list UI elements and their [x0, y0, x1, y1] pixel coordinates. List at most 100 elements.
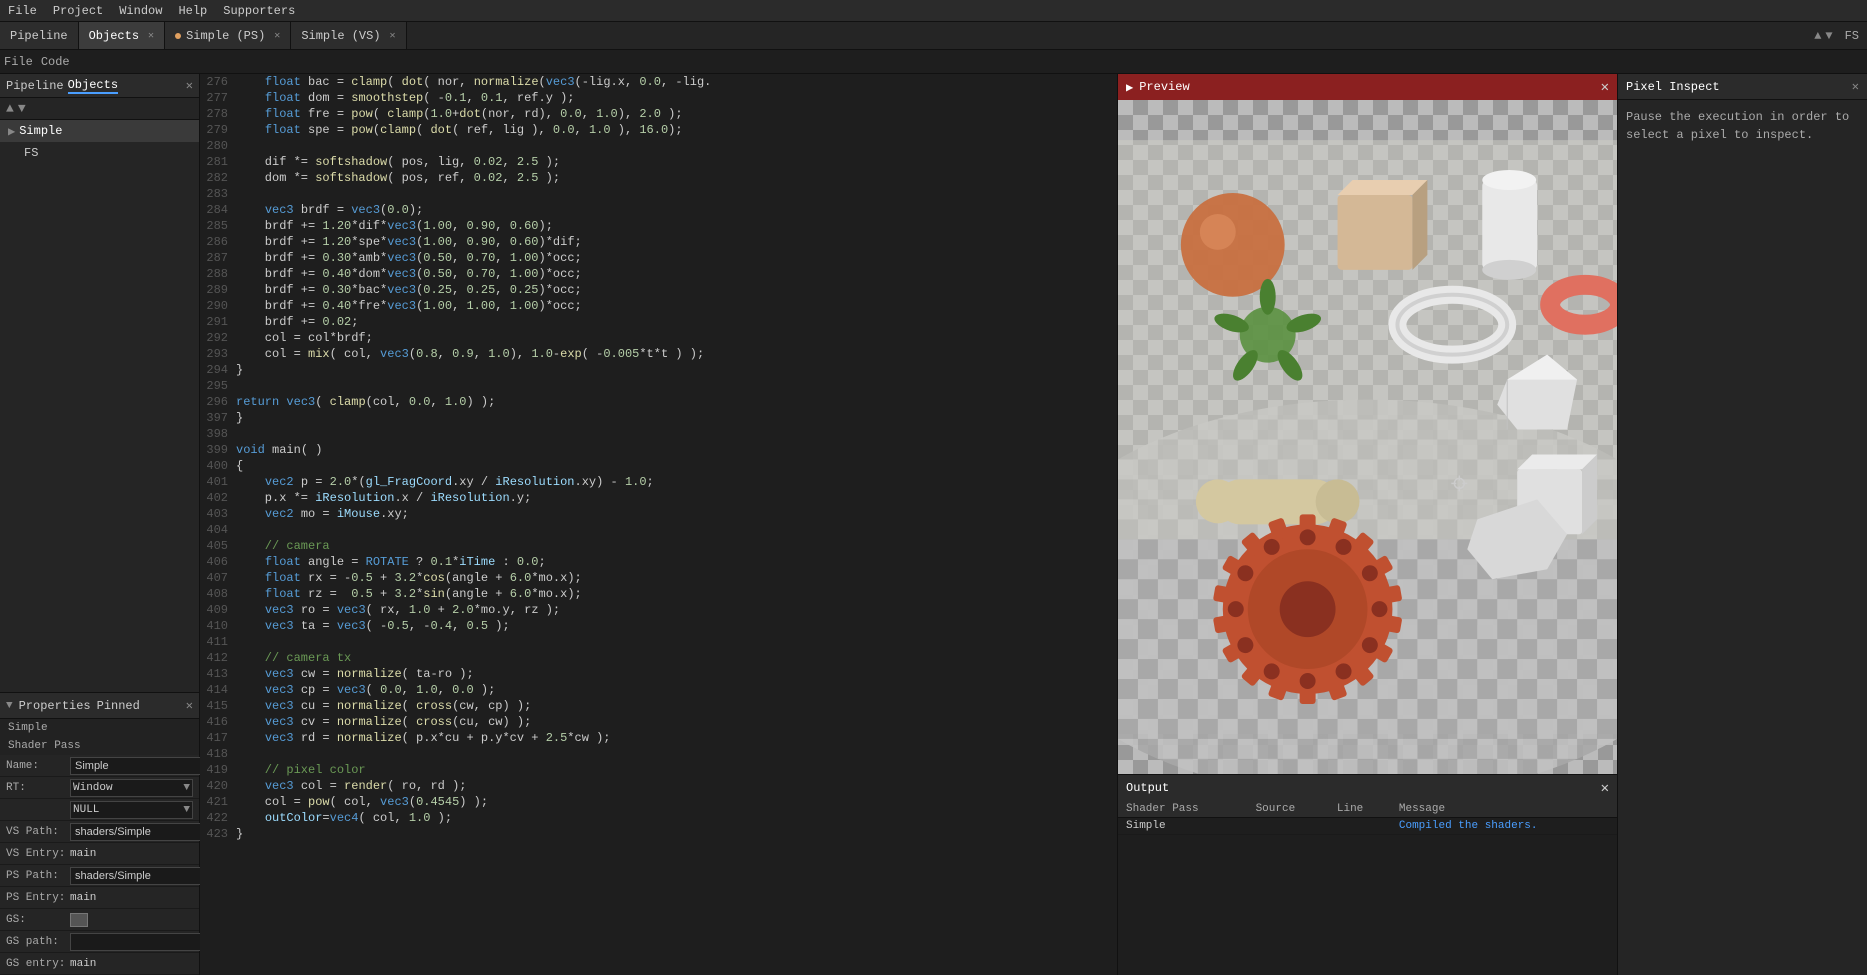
properties-pinned-label[interactable]: Pinned [97, 699, 140, 713]
line-content[interactable]: float rx = -0.5 + 3.2*cos(angle + 6.0*mo… [236, 570, 1117, 586]
gs-color-swatch[interactable] [70, 913, 88, 927]
line-content[interactable]: vec3 ro = vec3( rx, 1.0 + 2.0*mo.y, rz )… [236, 602, 1117, 618]
code-line: 397} [200, 410, 1117, 426]
line-content[interactable]: col = mix( col, vec3(0.8, 0.9, 1.0), 1.0… [236, 346, 1117, 362]
line-content[interactable]: { [236, 458, 1117, 474]
line-content[interactable]: return vec3( clamp(col, 0.0, 1.0) ); [236, 394, 1117, 410]
null-dropdown[interactable]: NULL ▼ [70, 801, 193, 819]
line-content[interactable]: } [236, 826, 1117, 842]
line-content[interactable]: float bac = clamp( dot( nor, normalize(v… [236, 74, 1117, 90]
tab-pipeline[interactable]: Pipeline [0, 22, 79, 49]
left-panel-close[interactable]: ✕ [186, 78, 193, 93]
properties-arrow[interactable]: ▼ [6, 700, 13, 712]
output-source [1248, 818, 1329, 835]
line-content[interactable]: outColor=vec4( col, 1.0 ); [236, 810, 1117, 826]
nav-up-icon[interactable]: ▲ [6, 101, 14, 116]
line-content[interactable]: vec3 cw = normalize( ta-ro ); [236, 666, 1117, 682]
prop-row-vs-path: VS Path: ... [0, 821, 199, 843]
line-content[interactable] [236, 186, 1117, 202]
line-content[interactable] [236, 522, 1117, 538]
tab-simple-ps-close[interactable]: ✕ [274, 30, 280, 42]
line-content[interactable] [236, 634, 1117, 650]
preview-panel: ▶ Preview ✕ [1118, 74, 1617, 775]
code-menu-item[interactable]: Code [41, 55, 70, 69]
nav-down-icon[interactable]: ▼ [18, 101, 26, 116]
line-content[interactable]: } [236, 410, 1117, 426]
line-content[interactable]: void main( ) [236, 442, 1117, 458]
line-content[interactable]: } [236, 362, 1117, 378]
line-content[interactable]: brdf += 0.30*amb*vec3(0.50, 0.70, 1.00)*… [236, 250, 1117, 266]
line-content[interactable]: vec3 cp = vec3( 0.0, 1.0, 0.0 ); [236, 682, 1117, 698]
menu-file[interactable]: File [8, 4, 37, 18]
list-item-fs[interactable]: FS [0, 142, 199, 164]
pixel-inspect-close[interactable]: ✕ [1852, 79, 1859, 94]
line-content[interactable]: brdf += 0.40*fre*vec3(1.00, 1.00, 1.00)*… [236, 298, 1117, 314]
output-title: Output [1126, 781, 1595, 795]
rt-dropdown[interactable]: Window ▼ [70, 779, 193, 797]
line-number: 291 [200, 314, 236, 330]
line-content[interactable]: brdf += 0.02; [236, 314, 1117, 330]
line-content[interactable]: vec2 p = 2.0*(gl_FragCoord.xy / iResolut… [236, 474, 1117, 490]
line-content[interactable]: brdf += 1.20*spe*vec3(1.00, 0.90, 0.60)*… [236, 234, 1117, 250]
properties-close[interactable]: ✕ [186, 698, 193, 713]
list-item-simple[interactable]: ▶ Simple [0, 120, 199, 142]
output-close[interactable]: ✕ [1601, 780, 1609, 797]
code-line: 416 vec3 cv = normalize( cross(cu, cw) )… [200, 714, 1117, 730]
menu-supporters[interactable]: Supporters [223, 4, 295, 18]
line-content[interactable]: vec2 mo = iMouse.xy; [236, 506, 1117, 522]
line-content[interactable]: brdf += 1.20*dif*vec3(1.00, 0.90, 0.60); [236, 218, 1117, 234]
line-content[interactable] [236, 378, 1117, 394]
line-number: 276 [200, 74, 236, 90]
code-editor[interactable]: 276 float bac = clamp( dot( nor, normali… [200, 74, 1117, 975]
preview-close[interactable]: ✕ [1601, 79, 1609, 96]
menu-project[interactable]: Project [53, 4, 103, 18]
line-content[interactable]: vec3 ta = vec3( -0.5, -0.4, 0.5 ); [236, 618, 1117, 634]
line-content[interactable]: float dom = smoothstep( -0.1, 0.1, ref.y… [236, 90, 1117, 106]
line-content[interactable] [236, 426, 1117, 442]
line-content[interactable] [236, 746, 1117, 762]
tab-objects[interactable]: Objects ✕ [79, 22, 165, 49]
line-content[interactable]: float rz = 0.5 + 3.2*sin(angle + 6.0*mo.… [236, 586, 1117, 602]
line-number: 403 [200, 506, 236, 522]
line-content[interactable]: vec3 rd = normalize( p.x*cu + p.y*cv + 2… [236, 730, 1117, 746]
preview-title: Preview [1139, 80, 1594, 94]
line-content[interactable]: dom *= softshadow( pos, ref, 0.02, 2.5 )… [236, 170, 1117, 186]
line-content[interactable]: // pixel color [236, 762, 1117, 778]
line-number: 407 [200, 570, 236, 586]
line-content[interactable]: vec3 cu = normalize( cross(cw, cp) ); [236, 698, 1117, 714]
prop-row-ps-path: PS Path: ... [0, 865, 199, 887]
line-content[interactable]: vec3 brdf = vec3(0.0); [236, 202, 1117, 218]
left-tab-pipeline[interactable]: Pipeline [6, 79, 64, 93]
line-content[interactable]: float spe = pow(clamp( dot( ref, lig ), … [236, 122, 1117, 138]
line-content[interactable]: // camera tx [236, 650, 1117, 666]
line-content[interactable]: dif *= softshadow( pos, lig, 0.02, 2.5 )… [236, 154, 1117, 170]
file-menu-item[interactable]: File [4, 55, 33, 69]
line-content[interactable]: col = pow( col, vec3(0.4545) ); [236, 794, 1117, 810]
line-content[interactable] [236, 138, 1117, 154]
nav-up-arrow[interactable]: ▲ [1814, 29, 1821, 43]
line-content[interactable]: vec3 col = render( ro, rd ); [236, 778, 1117, 794]
pixel-inspect-body: Pause the execution in order to select a… [1618, 100, 1867, 152]
tab-modified-dot [175, 33, 181, 39]
code-line: 283 [200, 186, 1117, 202]
tab-simple-ps[interactable]: Simple (PS) ✕ [165, 22, 291, 49]
line-content[interactable]: float angle = ROTATE ? 0.1*iTime : 0.0; [236, 554, 1117, 570]
line-content[interactable]: p.x *= iResolution.x / iResolution.y; [236, 490, 1117, 506]
nav-down-arrow[interactable]: ▼ [1825, 29, 1832, 43]
tab-simple-vs[interactable]: Simple (VS) ✕ [291, 22, 406, 49]
menu-help[interactable]: Help [178, 4, 207, 18]
line-content[interactable]: float fre = pow( clamp(1.0+dot(nor, rd),… [236, 106, 1117, 122]
line-content[interactable]: brdf += 0.40*dom*vec3(0.50, 0.70, 1.00)*… [236, 266, 1117, 282]
line-content[interactable]: // camera [236, 538, 1117, 554]
line-content[interactable]: col = col*brdf; [236, 330, 1117, 346]
menu-window[interactable]: Window [119, 4, 162, 18]
left-panel: Pipeline Objects ✕ ▲ ▼ ▶ Simple FS ▼ Pro… [0, 74, 200, 975]
line-content[interactable]: brdf += 0.30*bac*vec3(0.25, 0.25, 0.25)*… [236, 282, 1117, 298]
code-line: 293 col = mix( col, vec3(0.8, 0.9, 1.0),… [200, 346, 1117, 362]
tab-simple-vs-close[interactable]: ✕ [390, 30, 396, 42]
tab-objects-close[interactable]: ✕ [148, 30, 154, 42]
line-number: 420 [200, 778, 236, 794]
left-tab-objects[interactable]: Objects [68, 78, 118, 94]
line-content[interactable]: vec3 cv = normalize( cross(cu, cw) ); [236, 714, 1117, 730]
prop-row-vs-entry: VS Entry: main [0, 843, 199, 865]
